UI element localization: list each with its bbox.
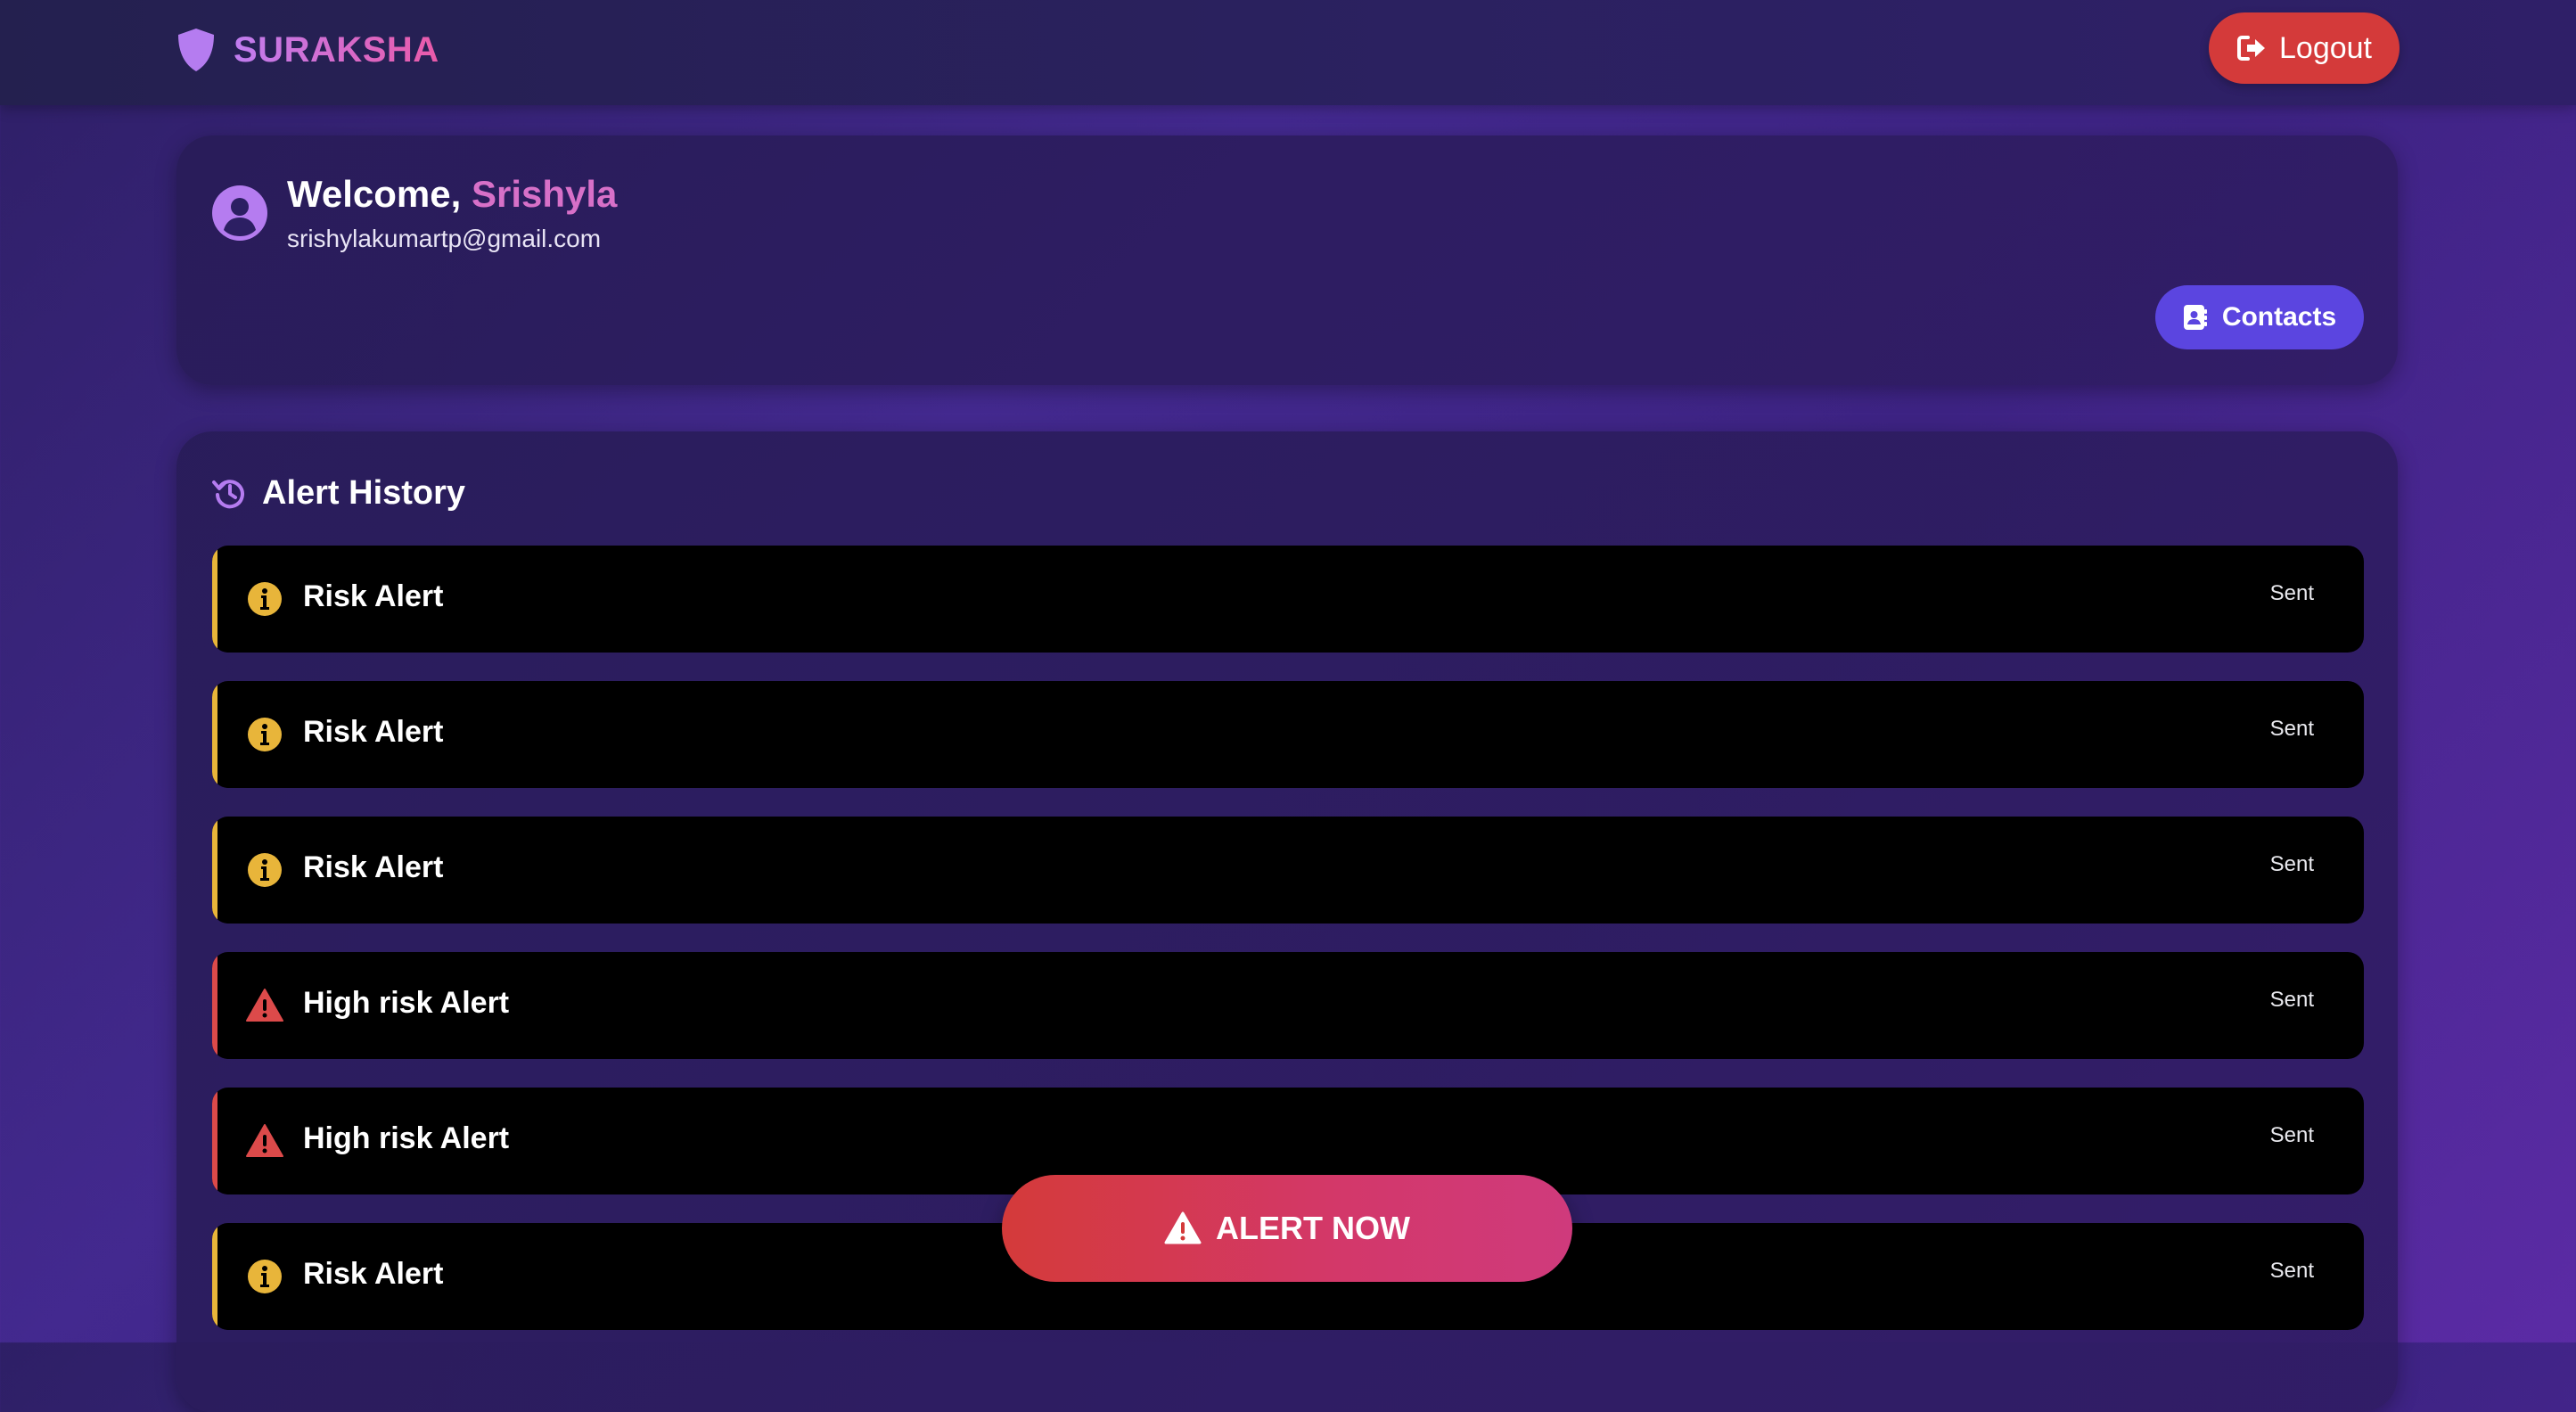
alert-now-label: ALERT NOW	[1216, 1210, 1410, 1246]
top-navbar: SURAKSHA Logout	[0, 0, 2576, 105]
info-circle-icon	[248, 582, 282, 616]
alert-now-button[interactable]: ALERT NOW	[1002, 1175, 1572, 1282]
alert-item[interactable]: Risk Alert Sent	[212, 681, 2364, 788]
alert-level-stripe	[212, 952, 217, 1059]
alert-status: Sent	[2269, 1123, 2314, 1147]
welcome-user-name: Srishyla	[471, 173, 618, 215]
address-book-icon	[2183, 305, 2207, 330]
alert-title: Risk Alert	[303, 1257, 444, 1291]
alert-title: Risk Alert	[303, 579, 444, 613]
alert-level-stripe	[212, 817, 217, 924]
alert-history-title: Alert History	[262, 473, 466, 512]
user-email: srishylakumartp@gmail.com	[287, 225, 602, 252]
alert-history-header: Alert History	[212, 471, 465, 515]
alert-item[interactable]: Risk Alert Sent	[212, 817, 2364, 924]
logout-button[interactable]: Logout	[2209, 12, 2400, 84]
contacts-button[interactable]: Contacts	[2155, 285, 2364, 349]
alert-level-stripe	[212, 681, 217, 788]
logout-label: Logout	[2279, 30, 2372, 65]
alert-status: Sent	[2269, 988, 2314, 1012]
sign-out-icon	[2237, 36, 2265, 61]
alert-level-stripe	[212, 1088, 217, 1194]
welcome-title: Welcome, Srishyla	[287, 173, 617, 216]
alert-item[interactable]: Risk Alert Sent	[212, 546, 2364, 653]
warning-triangle-icon	[246, 1124, 283, 1157]
alert-title: High risk Alert	[303, 986, 510, 1020]
alert-level-stripe	[212, 1223, 217, 1330]
shield-icon	[178, 29, 214, 71]
alert-title: Risk Alert	[303, 850, 444, 884]
warning-triangle-icon	[246, 989, 283, 1022]
user-circle-icon	[212, 185, 267, 241]
warning-triangle-icon	[1164, 1211, 1202, 1244]
alert-status: Sent	[2269, 717, 2314, 741]
alert-item[interactable]: High risk Alert Sent	[212, 952, 2364, 1059]
alert-status: Sent	[2269, 1259, 2314, 1283]
contacts-label: Contacts	[2221, 302, 2337, 332]
welcome-greeting: Welcome,	[287, 173, 462, 215]
info-circle-icon	[248, 1260, 282, 1293]
alert-title: High risk Alert	[303, 1121, 510, 1155]
info-circle-icon	[248, 853, 282, 887]
brand[interactable]: SURAKSHA	[175, 25, 439, 75]
info-circle-icon	[248, 718, 282, 751]
welcome-card: Welcome, Srishyla srishylakumartp@gmail.…	[176, 135, 2398, 385]
alert-status: Sent	[2269, 581, 2314, 605]
alert-status: Sent	[2269, 852, 2314, 876]
history-icon	[212, 480, 244, 509]
brand-name: SURAKSHA	[234, 29, 439, 70]
alert-title: Risk Alert	[303, 715, 444, 749]
alert-level-stripe	[212, 546, 217, 653]
